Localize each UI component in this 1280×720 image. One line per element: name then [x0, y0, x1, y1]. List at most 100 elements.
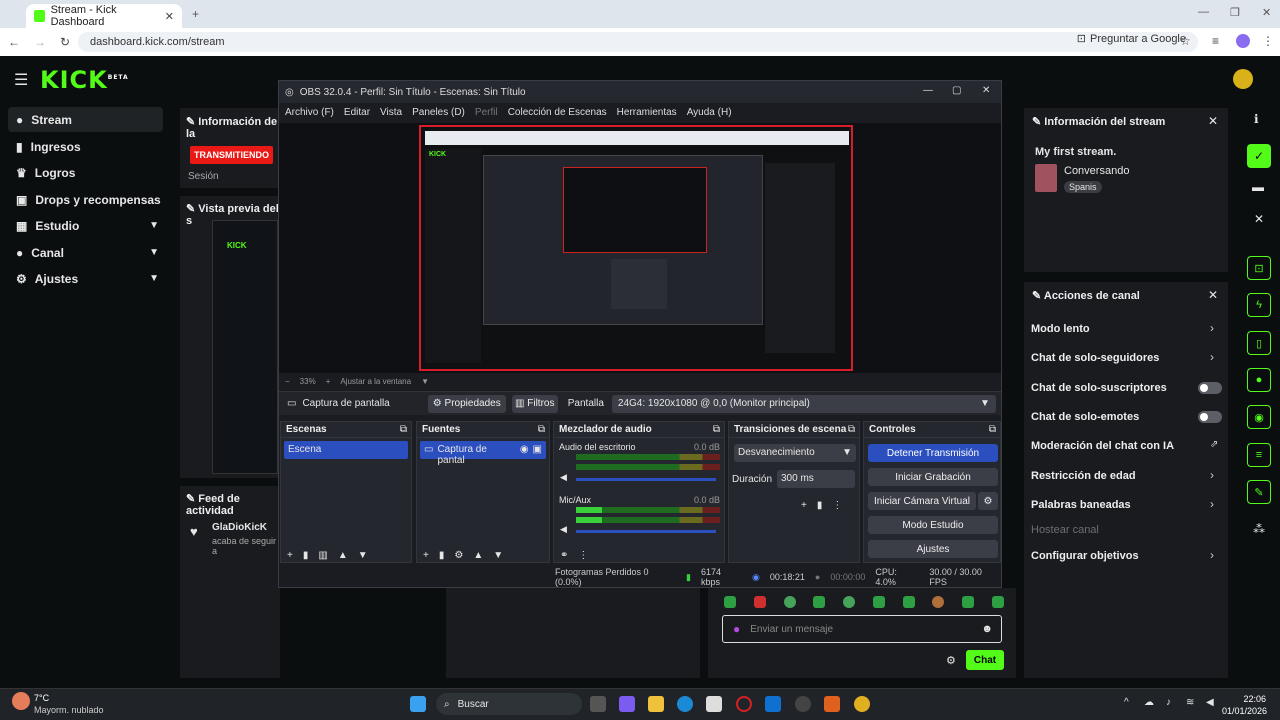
screen-select[interactable]: 24G4: 1920x1080 @ 0,0 (Monitor principal… [611, 394, 996, 413]
chrome-icon[interactable] [854, 696, 870, 712]
start-virtual-camera-button[interactable]: Iniciar Cámara Virtual [868, 492, 976, 510]
lock-icon[interactable]: ▣ [533, 444, 542, 456]
mic-icon[interactable]: ♪ [1166, 697, 1171, 708]
list-icon[interactable]: ≡ [1247, 443, 1271, 467]
clock-date[interactable]: 01/01/2026 [1222, 706, 1267, 716]
dock-undock-icon[interactable]: ⧉ [989, 424, 996, 435]
emote-icon[interactable] [813, 596, 826, 608]
forward-icon[interactable]: → [34, 35, 46, 49]
chevron-right-icon[interactable]: › [1210, 350, 1214, 364]
obs-taskbar-icon[interactable] [795, 696, 811, 712]
trash-icon[interactable]: ▮ [817, 500, 823, 511]
emote-icon[interactable] [872, 596, 885, 608]
hamburger-icon[interactable]: ☰ [14, 70, 28, 90]
add-icon[interactable]: + [423, 550, 429, 561]
menu-herramientas[interactable]: Herramientas [617, 107, 677, 118]
taskbar-search[interactable]: ⌕ Buscar [436, 693, 582, 715]
subscribers-only-toggle[interactable] [1198, 382, 1222, 394]
cloud-icon[interactable]: ☁ [1144, 697, 1154, 708]
url-field[interactable]: dashboard.kick.com/stream [78, 32, 1198, 52]
action-slow-mode[interactable]: Modo lento [1031, 323, 1090, 335]
layout-icon[interactable]: ▬ [1252, 180, 1264, 194]
chat-send-button[interactable]: Chat [966, 650, 1004, 670]
clock-time[interactable]: 22:06 [1222, 694, 1266, 704]
menu-icon[interactable]: ⋮ [1262, 34, 1274, 48]
close-icon[interactable]: ✕ [1208, 288, 1218, 302]
volume-icon[interactable]: ◀ [1206, 697, 1214, 708]
obs-preview-canvas[interactable]: KICK [419, 125, 853, 371]
stop-streaming-button[interactable]: Detener Transmisión [868, 444, 998, 462]
maximize-icon[interactable]: ❐ [1230, 6, 1240, 19]
action-age-restriction[interactable]: Restricción de edad [1031, 470, 1136, 482]
nav-ingresos[interactable]: ▮ Ingresos [8, 134, 163, 159]
speaker-icon[interactable]: ◀ [560, 472, 567, 483]
chevron-right-icon[interactable]: › [1210, 548, 1214, 562]
outlook-icon[interactable] [765, 696, 781, 712]
chat-bubble-icon[interactable]: ● [1247, 368, 1271, 392]
arrow-up-icon[interactable]: ▲ [473, 550, 483, 561]
emote-icon[interactable] [932, 596, 945, 608]
ask-google-button[interactable]: ⊡ Preguntar a Google [1077, 32, 1186, 46]
copilot-icon[interactable] [619, 696, 635, 712]
more-icon[interactable]: ⋮ [832, 500, 842, 511]
check-icon[interactable]: ✓ [1247, 144, 1271, 168]
volume-slider[interactable] [576, 530, 716, 533]
close-icon[interactable]: ✕ [1254, 212, 1264, 226]
menu-archivo[interactable]: Archivo (F) [285, 107, 334, 118]
close-window-icon[interactable]: ✕ [1262, 6, 1271, 19]
file-explorer-icon[interactable] [648, 696, 664, 712]
profile-icon[interactable] [1236, 34, 1250, 48]
link-icon[interactable]: ⚭ [560, 550, 568, 561]
emotes-only-toggle[interactable] [1198, 411, 1222, 423]
menu-vista[interactable]: Vista [380, 107, 402, 118]
transition-select[interactable]: Desvanecimiento ▼ [734, 444, 856, 462]
wrench-icon[interactable]: ✎ [1247, 480, 1271, 504]
action-set-goals[interactable]: Configurar objetivos [1031, 550, 1139, 562]
wifi-icon[interactable]: ≋ [1186, 697, 1194, 708]
action-banned-words[interactable]: Palabras baneadas [1031, 499, 1131, 511]
action-followers-only[interactable]: Chat de solo-seguidores [1031, 352, 1159, 364]
dock-undock-icon[interactable]: ⧉ [400, 424, 407, 435]
opera-icon[interactable] [736, 696, 752, 712]
virtual-camera-settings-icon[interactable]: ⚙ [978, 492, 998, 510]
nav-estudio[interactable]: ▦ Estudio ▼ [8, 213, 163, 238]
more-icon[interactable]: ⋮ [578, 550, 588, 561]
maximize-icon[interactable]: ▢ [952, 85, 961, 96]
menu-paneles[interactable]: Paneles (D) [412, 107, 465, 118]
windows-start-icon[interactable] [410, 696, 426, 712]
clip-icon[interactable]: ⊡ [1247, 256, 1271, 280]
scene-item[interactable]: Escena [284, 441, 408, 459]
emote-icon[interactable] [902, 596, 915, 608]
star-icon[interactable]: ☆ [1180, 34, 1191, 48]
emote-icon[interactable] [962, 596, 975, 608]
close-icon[interactable]: ✕ [1208, 114, 1218, 128]
menu-perfil[interactable]: Perfil [475, 107, 498, 118]
emote-icon[interactable] [991, 596, 1004, 608]
nav-ajustes[interactable]: ⚙ Ajustes ▼ [8, 266, 163, 291]
dropdown-icon[interactable]: ▼ [421, 377, 429, 386]
reload-icon[interactable]: ↻ [60, 35, 70, 49]
minimize-icon[interactable]: — [923, 85, 933, 96]
mic-icon[interactable]: ● [733, 622, 740, 636]
filters-button[interactable]: ▥ Filtros [511, 394, 558, 413]
arrow-down-icon[interactable]: ▼ [493, 550, 503, 561]
emote-icon[interactable] [753, 596, 766, 608]
back-icon[interactable]: ← [8, 35, 20, 49]
trash-icon[interactable]: ▮ [303, 550, 309, 561]
chat-input[interactable]: ● Enviar un mensaje ☻ [722, 615, 1002, 643]
trash-icon[interactable]: ▮ [439, 550, 445, 561]
settings-button[interactable]: Ajustes [868, 540, 998, 558]
emote-icon[interactable] [724, 596, 736, 608]
users-icon[interactable]: ⁂ [1253, 522, 1265, 536]
nav-stream[interactable]: ● Stream [8, 107, 163, 132]
menu-editar[interactable]: Editar [344, 107, 370, 118]
dock-undock-icon[interactable]: ⧉ [538, 424, 545, 435]
external-link-icon[interactable]: ⇗ [1210, 439, 1218, 450]
chevron-right-icon[interactable]: › [1210, 497, 1214, 511]
app-icon[interactable] [824, 696, 840, 712]
menu-ayuda[interactable]: Ayuda (H) [687, 107, 732, 118]
start-recording-button[interactable]: Iniciar Grabación [868, 468, 998, 486]
chat-settings-icon[interactable]: ⚙ [946, 654, 956, 667]
lightning-icon[interactable]: ϟ [1247, 293, 1271, 317]
arrow-up-icon[interactable]: ▲ [338, 550, 348, 561]
